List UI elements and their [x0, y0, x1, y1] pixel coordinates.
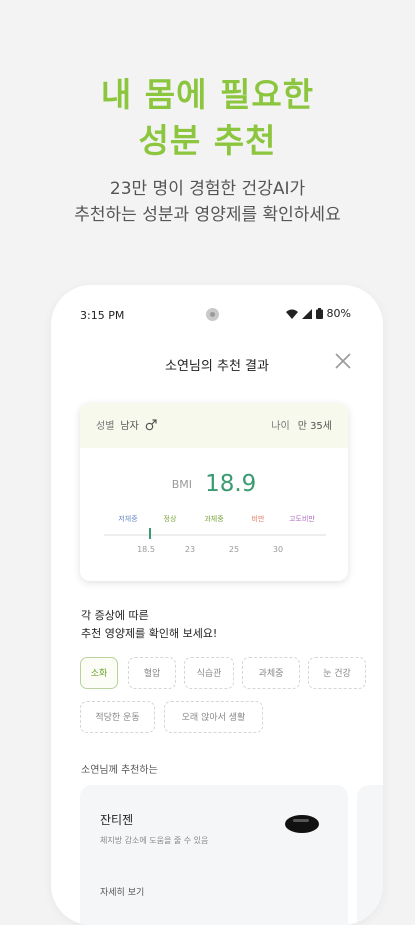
bmi-readout: BMI 18.9 — [80, 471, 348, 497]
status-bar: 3:15 PM 80% — [51, 285, 383, 347]
bmi-category-label: 저체중 — [118, 515, 138, 523]
bmi-tick-label: 25 — [228, 545, 240, 554]
symptom-chip[interactable]: 오래 앉아서 생활 — [164, 701, 263, 733]
age-value: 만 35세 — [297, 421, 332, 432]
bmi-scale-line — [104, 534, 326, 536]
male-icon — [145, 418, 157, 430]
bmi-tick-label: 30 — [272, 545, 284, 554]
symptom-chip[interactable]: 적당한 운동 — [80, 701, 155, 733]
promo-subline: 23만 명이 경험한 건강AI가 추천하는 성분과 영양제를 확인하세요 — [0, 176, 415, 228]
status-icons: 80% — [285, 307, 351, 320]
gender-label: 성별 — [96, 421, 115, 432]
symptom-chip[interactable]: 혈압 — [128, 657, 176, 689]
promo-headline-line2: 성분 추천 — [138, 121, 277, 160]
bmi-tick-label: 23 — [184, 545, 196, 554]
bmi-category-label: 정상 — [163, 515, 177, 523]
bmi-scale-ticks: 18.5 23 25 30 — [104, 545, 326, 557]
bmi-tick-label: 18.5 — [137, 545, 155, 554]
signal-icon — [301, 308, 312, 319]
bmi-category-label: 고도비만 — [289, 515, 315, 523]
bmi-value: 18.9 — [205, 471, 257, 497]
symptom-chip[interactable]: 식습관 — [184, 657, 234, 689]
gender-value: 남자 — [120, 421, 139, 432]
promo-headline-line1: 내 몸에 필요한 — [100, 75, 315, 114]
recommendation-section-label: 소연님께 추천하는 — [81, 765, 158, 776]
wifi-icon — [285, 309, 298, 319]
phone-frame: 3:15 PM 80% 소연님의 추천 결과 성별 남자 나이 만 35세 BM… — [51, 285, 383, 925]
symptom-chip[interactable]: 소화 — [80, 657, 118, 689]
recommendation-card[interactable]: 잔티젠 체지방 감소에 도움을 줄 수 있음 자세히 보기 — [80, 785, 348, 925]
bmi-scale-marker — [148, 528, 151, 539]
symptom-prompt: 각 증상에 따른 추천 영양제를 확인해 보세요! — [81, 607, 217, 643]
result-header: 소연님의 추천 결과 — [51, 351, 383, 381]
age-label: 나이 — [271, 421, 290, 432]
symptom-chip[interactable]: 눈 건강 — [308, 657, 366, 689]
promo-headline: 내 몸에 필요한 성분 추천 — [0, 72, 415, 164]
symptom-prompt-line1: 각 증상에 따른 — [81, 609, 149, 622]
product-description: 체지방 감소에 도움을 줄 수 있음 — [100, 836, 209, 845]
pill-icon — [285, 815, 319, 833]
see-more-link[interactable]: 자세히 보기 — [100, 885, 144, 898]
bmi-label: BMI — [171, 477, 192, 491]
bmi-category-label: 과체중 — [204, 515, 224, 523]
profile-card: 성별 남자 나이 만 35세 BMI 18.9 저체중 정상 과체중 비만 고도비만 1… — [80, 403, 348, 581]
status-time: 3:15 PM — [80, 309, 125, 322]
close-icon[interactable] — [333, 351, 353, 371]
bmi-scale-labels: 저체중 정상 과체중 비만 고도비만 — [104, 514, 326, 526]
camera-icon — [206, 308, 219, 321]
profile-summary: 성별 남자 나이 만 35세 — [80, 403, 348, 448]
promo-subline-line2: 추천하는 성분과 영양제를 확인하세요 — [74, 205, 341, 225]
recommendation-card-next[interactable] — [357, 785, 383, 925]
bmi-category-label: 비만 — [251, 515, 265, 523]
symptom-chip[interactable]: 과체중 — [242, 657, 300, 689]
product-name: 잔티젠 — [100, 813, 134, 827]
battery-level: 80% — [326, 307, 351, 320]
symptom-prompt-line2: 추천 영양제를 확인해 보세요! — [81, 627, 218, 640]
battery-icon — [315, 308, 323, 319]
promo-subline-line1: 23만 명이 경험한 건강AI가 — [109, 179, 306, 199]
